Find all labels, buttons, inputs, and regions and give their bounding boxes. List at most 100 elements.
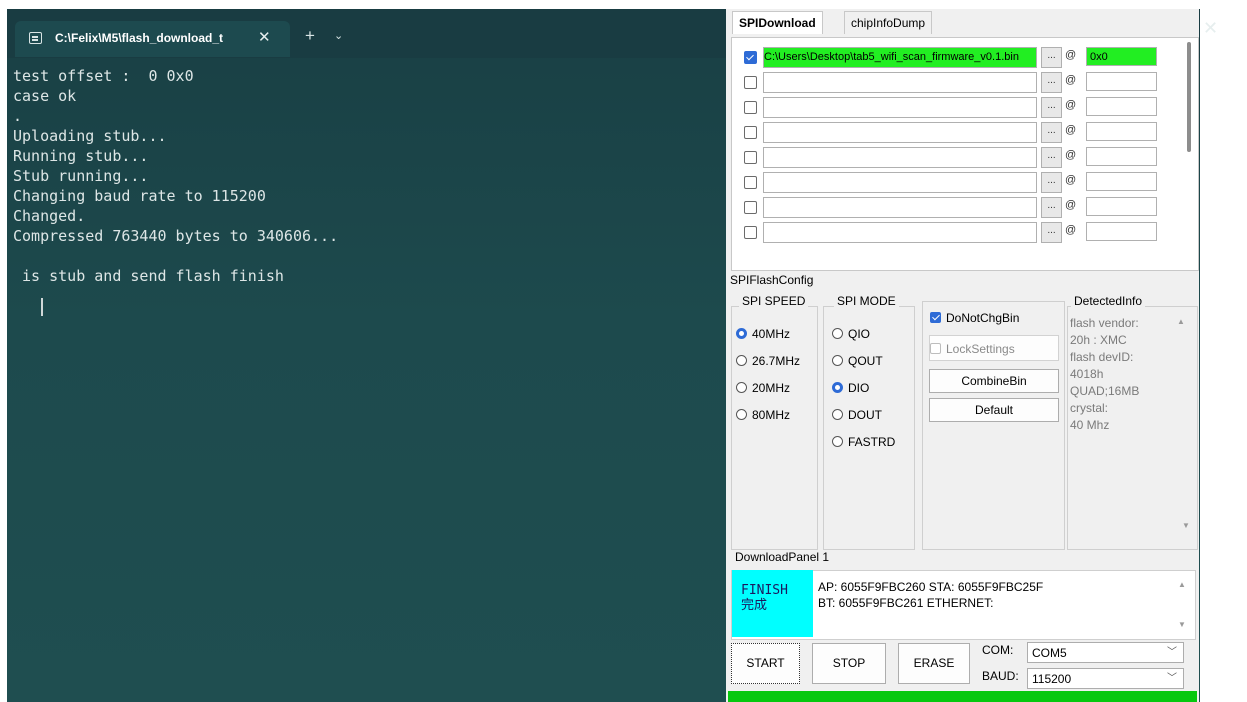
speed-radio-40mhz[interactable]: 40MHz [736,327,790,341]
locksettings-checkbox[interactable]: LockSettings [930,342,1015,356]
console-output: test offset : 0 0x0 case ok . Uploading … [13,66,338,286]
terminal-tab[interactable]: C:\Felix\M5\flash_download_t ✕ [15,21,290,57]
tab-spidownload[interactable]: SPIDownload [732,11,823,34]
file-row: ... @ [732,146,1187,168]
at-label: @ [1065,174,1077,186]
console-line: Uploading stub... [13,127,167,145]
browse-button[interactable]: ... [1041,197,1062,218]
scroll-up-icon[interactable]: ▲ [1178,580,1186,589]
file-path-input[interactable] [763,122,1037,143]
offset-input[interactable] [1086,122,1157,141]
baud-select[interactable]: 115200 ﹀ [1027,668,1184,689]
spi-mode-title: SPI MODE [834,294,899,308]
speed-radio-20mhz[interactable]: 20MHz [736,381,790,395]
com-label: COM: [982,643,1014,657]
offset-input[interactable]: 0x0 [1086,47,1157,66]
mode-radio-qio[interactable]: QIO [832,327,870,341]
offset-input[interactable] [1086,172,1157,191]
default-button[interactable]: Default [929,398,1059,422]
at-label: @ [1065,49,1077,61]
at-label: @ [1065,99,1077,111]
browse-button[interactable]: ... [1041,72,1062,93]
file-path-input[interactable] [763,197,1037,218]
file-path-input[interactable] [763,97,1037,118]
file-enable-checkbox[interactable] [744,126,757,139]
flash-download-tool: SPIDownload chipInfoDump C:\Users\Deskto… [726,9,1199,702]
at-label: @ [1065,149,1077,161]
mode-radio-dio[interactable]: DIO [832,381,869,395]
browse-button[interactable]: ... [1041,222,1062,243]
spi-speed-group [731,306,818,550]
offset-input[interactable] [1086,222,1157,241]
file-enable-checkbox[interactable] [744,76,757,89]
scroll-up-icon[interactable]: ▲ [1177,317,1185,326]
file-enable-checkbox[interactable] [744,51,757,64]
console-line: is stub and send flash finish [13,267,284,285]
stop-button[interactable]: STOP [812,643,886,684]
new-tab-button[interactable]: + [305,27,315,44]
speed-radio-80mhz[interactable]: 80MHz [736,408,790,422]
mode-radio-dout[interactable]: DOUT [832,408,882,422]
mode-radio-fastrd[interactable]: FASTRD [832,435,895,449]
downloadpanel-title: DownloadPanel 1 [735,550,830,564]
close-tab-icon[interactable]: ✕ [258,28,271,46]
console-line: . [13,107,23,125]
file-enable-checkbox[interactable] [744,101,757,114]
finish-status-text: FINISH 完成 [741,583,788,613]
file-list-scrollbar[interactable] [1187,42,1191,152]
close-window-icon[interactable]: ✕ [1203,19,1218,37]
progress-bar [728,691,1197,702]
file-enable-checkbox[interactable] [744,151,757,164]
scroll-down-icon[interactable]: ▼ [1178,620,1186,629]
tab-title: C:\Felix\M5\flash_download_t [55,31,224,45]
mode-radio-qout[interactable]: QOUT [832,354,883,368]
detected-info-text: flash vendor: 20h : XMC flash devID: 401… [1070,316,1140,432]
console-line: Changed. [13,207,86,225]
offset-input[interactable] [1086,197,1157,216]
file-row: ... @ [732,121,1187,143]
baud-label: BAUD: [982,669,1019,683]
offset-input[interactable] [1086,147,1157,166]
tab-chipinfodump[interactable]: chipInfoDump [844,11,933,34]
spi-speed-title: SPI SPEED [739,294,809,308]
browse-button[interactable]: ... [1041,97,1062,118]
file-enable-checkbox[interactable] [744,226,757,239]
combinebin-button[interactable]: CombineBin [929,369,1059,393]
file-path-input[interactable] [763,222,1037,243]
file-path-input[interactable] [763,172,1037,193]
speed-radio-267mhz[interactable]: 26.7MHz [736,354,800,368]
at-label: @ [1065,124,1077,136]
detected-info-title: DetectedInfo [1071,294,1146,308]
browse-button[interactable]: ... [1041,147,1062,168]
file-enable-checkbox[interactable] [744,176,757,189]
file-path-input[interactable] [763,72,1037,93]
erase-button[interactable]: ERASE [898,643,970,684]
file-row: ... @ [732,71,1187,93]
file-path-input[interactable] [763,147,1037,168]
mac-address-info: AP: 6055F9FBC260 STA: 6055F9FBC25F BT: 6… [818,580,1044,610]
file-list-panel: C:\Users\Desktop\tab5_wifi_scan_firmware… [731,37,1199,271]
text-cursor [41,298,43,316]
start-button[interactable]: START [731,643,800,684]
file-row: C:\Users\Desktop\tab5_wifi_scan_firmware… [732,46,1187,68]
chevron-down-icon: ﹀ [1167,673,1177,684]
scroll-down-icon[interactable]: ▼ [1182,521,1190,530]
file-path-input[interactable]: C:\Users\Desktop\tab5_wifi_scan_firmware… [763,47,1037,68]
browse-button[interactable]: ... [1041,122,1062,143]
at-label: @ [1065,224,1077,236]
console-line: Changing baud rate to 115200 [13,187,266,205]
console-line: case ok [13,87,77,105]
file-row: ... @ [732,171,1187,193]
console-line: Compressed 763440 bytes to 340606... [13,227,339,245]
chevron-down-icon[interactable]: ⌄ [334,30,343,42]
at-label: @ [1065,199,1077,211]
com-select[interactable]: COM5 ﹀ [1027,642,1184,663]
browse-button[interactable]: ... [1041,47,1062,68]
offset-input[interactable] [1086,72,1157,91]
spiflashconfig-title: SPIFlashConfig [730,273,814,287]
finish-status: FINISH 完成 [732,570,813,637]
offset-input[interactable] [1086,97,1157,116]
file-enable-checkbox[interactable] [744,201,757,214]
donotchgbin-checkbox[interactable]: DoNotChgBin [930,311,1019,325]
browse-button[interactable]: ... [1041,172,1062,193]
